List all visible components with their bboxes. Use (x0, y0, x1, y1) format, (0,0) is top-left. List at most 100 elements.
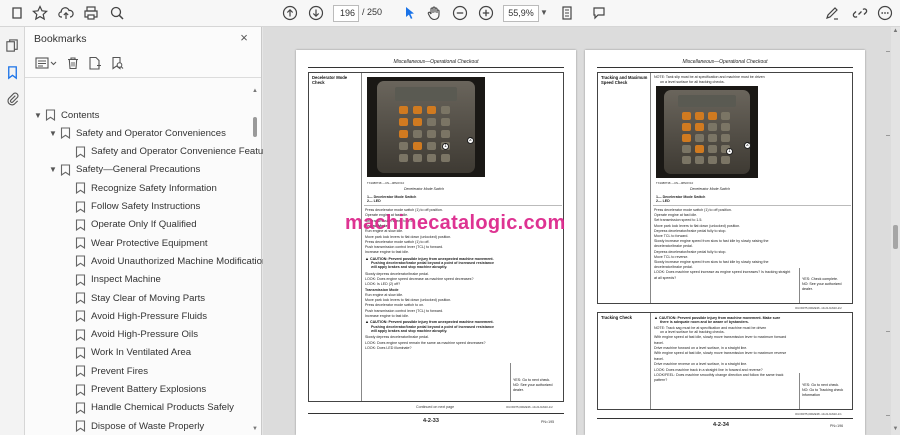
bookmark-item[interactable]: Wear Protective Equipment (63, 234, 208, 252)
keypad-button (708, 134, 717, 142)
column-divider (510, 363, 511, 401)
zoom-search-icon[interactable] (108, 4, 126, 22)
bookmark-item[interactable]: Dispose of Waste Properly (63, 417, 204, 435)
zoom-in-icon[interactable] (477, 4, 495, 22)
keypad-button (427, 130, 436, 138)
share-link-icon[interactable] (851, 4, 869, 22)
bookmarks-scrollbar[interactable]: ▲ ▼ (251, 87, 259, 433)
upload-cloud-icon[interactable] (57, 4, 75, 22)
bookmark-item[interactable]: ▼ Safety and Operator Conveniences (48, 124, 226, 142)
scroll-tick (886, 331, 890, 332)
close-panel-icon[interactable]: × (237, 31, 251, 45)
fit-page-icon[interactable] (558, 4, 576, 22)
zoom-level-input[interactable]: 55,9% (503, 5, 539, 22)
bookmark-icon (73, 218, 87, 232)
bookmark-item[interactable]: Inspect Machine (63, 271, 161, 289)
hand-tool-icon[interactable] (425, 4, 443, 22)
bookmark-item[interactable]: Prevent Battery Explosions (63, 381, 206, 399)
scroll-up-icon[interactable]: ▲ (251, 87, 259, 95)
home-icon[interactable] (8, 4, 26, 22)
page-number-input[interactable]: 196 (333, 5, 359, 22)
main-toolbar: 196 / 250 55,9% ▼ (0, 0, 900, 27)
bookmark-icon (43, 108, 57, 122)
keypad-button (682, 123, 691, 131)
bookmark-label: Avoid High-Pressure Oils (91, 329, 198, 341)
zoom-dropdown-icon[interactable]: ▼ (540, 8, 548, 17)
instruction-line: decelerator/brake pedal. (654, 244, 693, 249)
expand-caret-icon[interactable]: ▼ (33, 111, 43, 120)
zoom-out-icon[interactable] (451, 4, 469, 22)
bookmarks-scroll-thumb[interactable] (253, 117, 257, 137)
bookmark-icon (73, 273, 87, 287)
page-number: 4-2-34 (713, 422, 729, 428)
keypad-button (427, 106, 436, 114)
bookmark-item[interactable]: Avoid High-Pressure Oils (63, 326, 198, 344)
bookmark-icon (73, 401, 87, 415)
instruction-line: LOOK: Does LED illuminate? (365, 345, 412, 350)
scroll-down-icon[interactable]: ▼ (251, 425, 259, 433)
bookmark-item[interactable]: Prevent Fires (63, 362, 148, 380)
keypad-button (399, 154, 408, 162)
tracking-check-box: Tracking Check CAUTION: Prevent possible… (597, 312, 853, 410)
reference-code: OUO6075,0002E36 -19-21JAN10-1/2 (506, 405, 553, 409)
instruction-line: Move TCL to forward. (654, 234, 689, 238)
keypad-screen (395, 87, 457, 101)
navigation-rail (0, 27, 25, 435)
photo-code: TX1088738 —UN—08NOV10 (367, 181, 405, 185)
document-scrollbar[interactable]: ▲ ▼ (891, 27, 900, 435)
bookmark-icon (73, 181, 87, 195)
more-options-icon[interactable] (876, 4, 894, 22)
keypad-button (399, 130, 408, 138)
page-up-icon[interactable] (281, 4, 299, 22)
keypad-button (721, 156, 730, 164)
bookmark-star-icon[interactable] (31, 4, 49, 22)
column-divider (799, 373, 800, 409)
attachments-icon[interactable] (4, 90, 21, 107)
keypad-button (721, 134, 730, 142)
comment-icon[interactable] (590, 4, 608, 22)
scroll-up-icon[interactable]: ▲ (892, 28, 899, 34)
header-rule (308, 67, 564, 68)
keypad-button (441, 106, 450, 114)
find-bookmark-icon[interactable] (109, 55, 125, 71)
scroll-down-icon[interactable]: ▼ (892, 426, 899, 432)
bookmark-item[interactable]: Follow Safety Instructions (63, 198, 200, 216)
footer-rule (597, 418, 853, 419)
bookmark-item[interactable]: Handle Chemical Products Safely (63, 399, 234, 417)
bookmark-item[interactable]: Operate Only If Qualified (63, 216, 197, 234)
panel-divider (25, 77, 261, 78)
print-icon[interactable] (82, 4, 100, 22)
sign-pen-icon[interactable] (823, 4, 841, 22)
expand-caret-icon[interactable]: ▼ (48, 165, 58, 174)
bookmark-item[interactable]: Work In Ventilated Area (63, 344, 191, 362)
bookmark-item[interactable]: Avoid High-Pressure Fluids (63, 307, 207, 325)
bookmark-label: Dispose of Waste Properly (91, 420, 205, 432)
new-bookmark-icon[interactable] (87, 55, 103, 71)
keypad-device (664, 90, 750, 174)
document-scroll-thumb[interactable] (893, 225, 898, 249)
bookmarks-panel-icon[interactable] (4, 64, 21, 81)
expand-caret-icon[interactable]: ▼ (48, 129, 58, 138)
instruction-line: LOOK: Does machine speed increase as eng… (654, 270, 791, 275)
bookmark-options-icon[interactable] (34, 55, 58, 71)
bookmark-item[interactable]: ▼ Contents (33, 106, 99, 124)
page-total-label: / 250 (362, 7, 383, 17)
bookmark-item[interactable]: Stay Clear of Moving Parts (63, 289, 205, 307)
instruction-line: Push transmission control lever (TCL) to… (365, 308, 444, 313)
keypad-button (682, 112, 691, 120)
bookmark-item[interactable]: Avoid Unauthorized Machine Modifications (63, 252, 272, 270)
delete-bookmark-icon[interactable] (65, 55, 81, 71)
page-number: 4-2-33 (423, 418, 439, 424)
bookmark-item[interactable]: Recognize Safety Information (63, 179, 217, 197)
keypad-button (427, 118, 436, 126)
result-note: dealer. (513, 387, 524, 392)
bookmark-item[interactable]: Safety and Operator Convenience Features (63, 143, 277, 161)
bookmark-item[interactable]: ▼ Safety—General Precautions (48, 161, 200, 179)
select-cursor-icon[interactable] (401, 4, 419, 22)
page-down-icon[interactable] (307, 4, 325, 22)
photo-code: TX1088738 —UN—08NOV10 (656, 181, 694, 185)
photo-caption: Decelerator Mode Switch (690, 187, 731, 191)
column-divider (650, 73, 651, 303)
page-thumbnails-icon[interactable] (4, 37, 21, 54)
keypad-button (399, 142, 408, 150)
